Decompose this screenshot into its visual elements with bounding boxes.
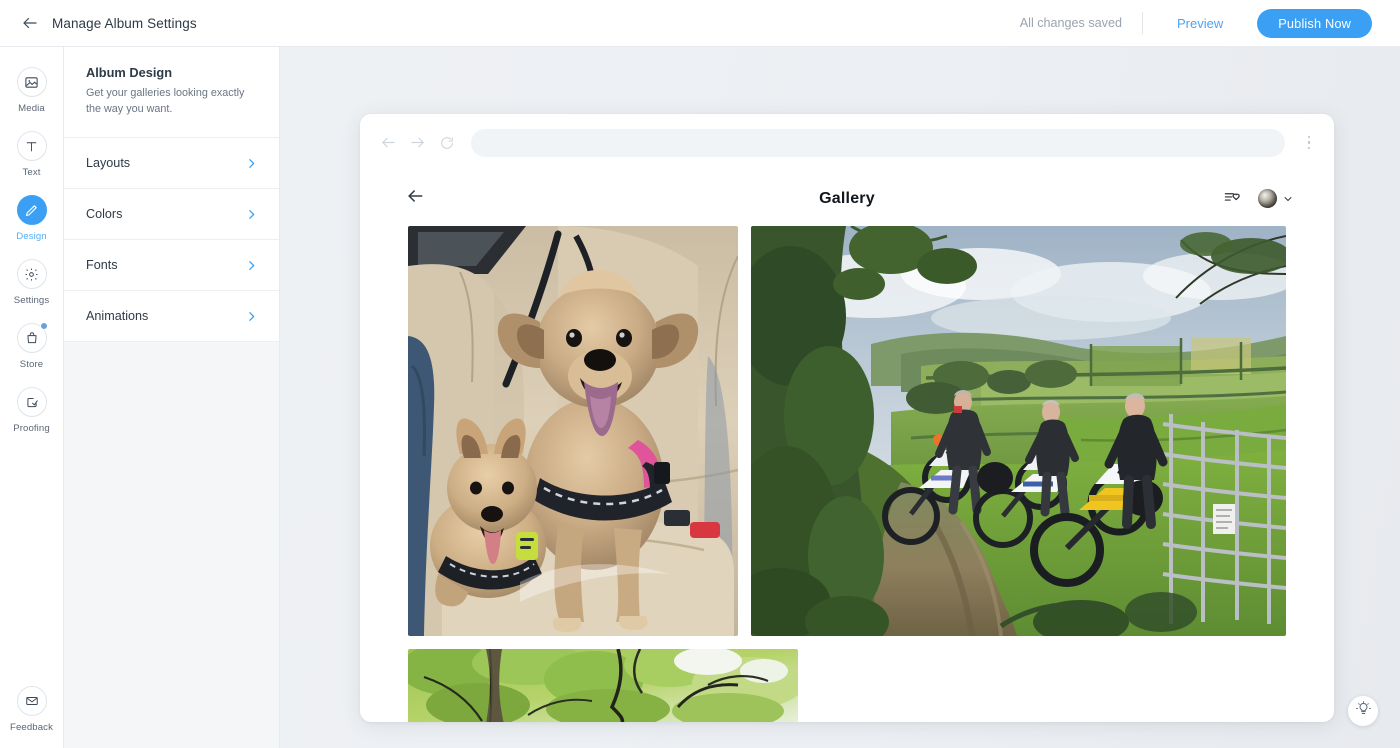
chevron-right-icon <box>245 157 258 170</box>
primary-icon-sidebar: Media Text Design Settings Store Proofin… <box>0 47 64 748</box>
gallery-photo-grid <box>360 226 1334 722</box>
browser-back-icon[interactable] <box>374 128 403 157</box>
avatar <box>1258 189 1277 208</box>
hint-lightbulb-button[interactable] <box>1348 696 1378 726</box>
panel-header: Album Design Get your galleries looking … <box>64 47 279 139</box>
account-menu[interactable] <box>1258 189 1294 208</box>
browser-address-bar[interactable] <box>471 128 1285 157</box>
sidebar-item-feedback[interactable]: Feedback <box>0 686 64 733</box>
panel-row-label-fonts: Fonts <box>86 258 118 273</box>
sidebar-label-media: Media <box>18 103 45 114</box>
header-left-group: Manage Album Settings <box>0 14 197 32</box>
gear-icon <box>16 259 47 289</box>
envelope-icon <box>16 686 47 716</box>
preview-button[interactable]: Preview <box>1143 16 1257 31</box>
gallery-title: Gallery <box>819 189 875 207</box>
browser-reload-icon[interactable] <box>432 128 461 157</box>
album-design-panel: Album Design Get your galleries looking … <box>64 47 280 748</box>
back-arrow-icon[interactable] <box>21 14 39 32</box>
chevron-right-icon <box>245 208 258 221</box>
preview-browser-bar <box>360 114 1334 171</box>
panel-row-colors[interactable]: Colors <box>64 189 279 241</box>
gallery-header: Gallery <box>360 171 1334 226</box>
sidebar-item-text[interactable]: Text <box>0 131 64 178</box>
sidebar-label-design: Design <box>16 231 47 242</box>
panel-row-fonts[interactable]: Fonts <box>64 240 279 292</box>
shopping-bag-icon <box>16 322 48 353</box>
sidebar-label-text: Text <box>22 167 41 178</box>
app-header: Manage Album Settings All changes saved … <box>0 0 1400 47</box>
lightbulb-icon <box>1355 701 1371 721</box>
panel-subheading: Get your galleries looking exactly the w… <box>86 87 245 115</box>
chevron-right-icon <box>245 310 258 323</box>
panel-row-label-colors: Colors <box>86 207 123 222</box>
header-right-group: All changes saved Preview Publish Now <box>1019 8 1400 38</box>
sidebar-item-design[interactable]: Design <box>0 195 64 242</box>
sidebar-label-feedback: Feedback <box>10 722 53 733</box>
gallery-photo-item[interactable] <box>751 226 1286 636</box>
panel-row-animations[interactable]: Animations <box>64 291 279 343</box>
list-heart-icon[interactable] <box>1223 189 1242 208</box>
panel-row-layouts[interactable]: Layouts <box>64 138 279 190</box>
image-icon <box>16 67 47 97</box>
sidebar-label-proofing: Proofing <box>13 423 50 434</box>
kebab-menu-icon[interactable] <box>1299 129 1319 157</box>
preview-canvas: Gallery <box>280 47 1400 748</box>
panel-row-label-animations: Animations <box>86 309 149 324</box>
save-status-text: All changes saved <box>1019 16 1122 30</box>
browser-forward-icon[interactable] <box>403 128 432 157</box>
store-notification-badge <box>39 322 48 330</box>
sidebar-item-settings[interactable]: Settings <box>0 259 64 306</box>
publish-now-button[interactable]: Publish Now <box>1257 8 1372 38</box>
gallery-back-icon[interactable] <box>405 186 425 211</box>
sidebar-label-settings: Settings <box>13 295 50 306</box>
panel-heading: Album Design <box>86 65 173 80</box>
sidebar-label-store: Store <box>19 359 44 370</box>
panel-row-label-layouts: Layouts <box>86 156 131 171</box>
chevron-down-icon <box>1284 196 1292 201</box>
sidebar-item-media[interactable]: Media <box>0 67 64 114</box>
pencil-icon <box>16 195 47 225</box>
sidebar-item-proofing[interactable]: Proofing <box>0 387 64 434</box>
gallery-photo-item[interactable] <box>408 649 798 722</box>
gallery-preview-frame: Gallery <box>360 114 1334 722</box>
gallery-photo-item[interactable] <box>408 226 738 636</box>
text-t-icon <box>16 131 47 161</box>
sidebar-item-store[interactable]: Store <box>0 322 64 370</box>
page-title: Manage Album Settings <box>52 15 197 31</box>
check-square-icon <box>16 387 47 417</box>
chevron-right-icon <box>245 259 258 272</box>
gallery-header-tools <box>1223 189 1294 208</box>
